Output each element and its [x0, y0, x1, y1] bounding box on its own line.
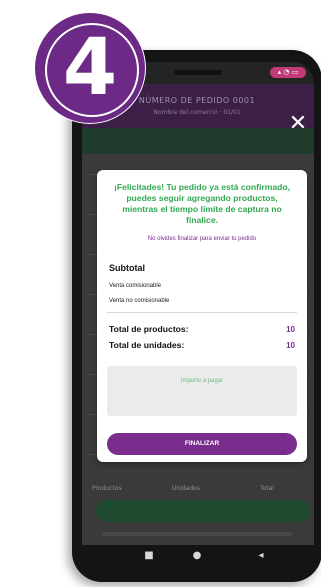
footer-label-total: Total: [260, 485, 275, 492]
camera-notch: [174, 70, 222, 75]
total-products-value: 10: [286, 325, 295, 334]
footer-label-products: Productos: [92, 485, 122, 492]
background-confirm-button: [96, 500, 310, 522]
header-strip: [82, 128, 314, 154]
footer-line: [102, 532, 292, 536]
total-units-value: 10: [286, 341, 295, 350]
back-icon[interactable]: ◂: [254, 550, 268, 562]
total-products-label: Total de productos:: [109, 324, 189, 334]
divider: [107, 312, 297, 313]
subtotal-heading: Subtotal: [109, 263, 145, 273]
finish-button[interactable]: FINALIZAR: [107, 433, 297, 455]
total-units-label: Total de unidades:: [109, 340, 185, 350]
line-item-commissionable: Venta comisionable: [109, 283, 162, 289]
payment-amount-label: Importe a pagar: [180, 378, 224, 384]
confirmation-message: ¡Felicitades! Tu pedido ya está confirma…: [113, 182, 291, 225]
line-item-non-commissionable: Venta no comisionable: [109, 298, 170, 304]
home-icon[interactable]: ●: [190, 550, 204, 562]
app-bar-title: NÚMERO DE PEDIDO 0001: [138, 96, 256, 105]
recent-apps-icon[interactable]: ■: [142, 550, 156, 562]
footer-label-units: Unidades: [172, 485, 200, 492]
android-nav-bar: ■ ● ◂: [82, 545, 314, 567]
finalize-hint: No olvides finalizar para enviar tu pedi…: [147, 236, 257, 242]
step-number: 4: [62, 23, 118, 113]
order-confirmed-modal: ¡Felicitades! Tu pedido ya está confirma…: [97, 170, 307, 462]
app-bar-subtitle: Nombre del comercio · 01/01: [153, 109, 241, 116]
status-icons: ▴ ◔ ▭: [270, 67, 306, 78]
payment-amount-box: Importe a pagar: [107, 366, 297, 416]
